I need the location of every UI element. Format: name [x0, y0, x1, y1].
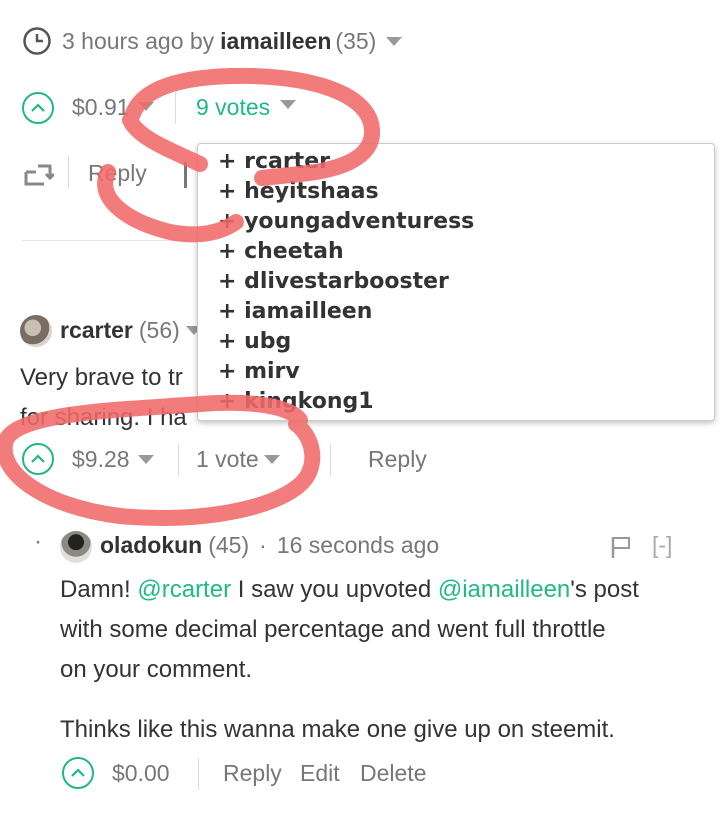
comment-time[interactable]: 16 seconds ago	[277, 532, 439, 559]
comment-author-link[interactable]: oladokun	[100, 532, 202, 559]
thread-divider	[22, 240, 222, 241]
collapse-toggle[interactable]: [-]	[652, 532, 672, 559]
voter-item[interactable]: + youngadventuress	[198, 207, 714, 237]
divider	[68, 156, 69, 188]
comment-votes-toggle[interactable]: 1 vote	[196, 446, 259, 473]
comment-reply-link[interactable]: Reply	[368, 446, 427, 473]
voter-item[interactable]: + cheetah	[198, 237, 714, 267]
comment-upvote-button[interactable]	[62, 757, 94, 789]
post-reply-link[interactable]: Reply	[88, 160, 147, 187]
author-menu-caret-icon[interactable]	[386, 36, 403, 46]
reblog-icon[interactable]	[22, 162, 56, 188]
comment-edit-link[interactable]: Edit	[300, 760, 340, 787]
comment-text-line: on your comment.	[60, 656, 253, 683]
comment-paragraph: Damn! @rcarter I saw you upvoted @iamail…	[60, 570, 720, 690]
bullet: ·	[34, 528, 42, 555]
mention-link[interactable]: @iamailleen	[438, 576, 570, 603]
flag-icon[interactable]	[610, 535, 632, 559]
comment-text-line: for sharing. I ha	[20, 404, 187, 431]
comment-paragraph: Thinks like this wanna make one give up …	[60, 716, 615, 743]
chevron-up-icon	[71, 768, 85, 777]
post-author-reputation: (35)	[335, 27, 377, 54]
voter-item[interactable]: + rcarter	[198, 147, 714, 177]
comment-author-reputation: (45)	[208, 532, 250, 558]
post-upvote-button[interactable]	[22, 92, 54, 124]
voter-item[interactable]: + heyitshaas	[198, 177, 714, 207]
comment-text-line: Very brave to tr	[20, 364, 183, 391]
comment-author-link[interactable]: rcarter	[60, 317, 133, 344]
votes-caret-icon[interactable]	[264, 455, 280, 464]
mention-link[interactable]: @rcarter	[137, 576, 231, 603]
comment-payout[interactable]: $0.00	[112, 760, 170, 787]
votes-caret-icon[interactable]	[280, 100, 296, 109]
comment-text: I saw you upvoted	[231, 576, 438, 603]
divider	[330, 444, 331, 476]
post-meta: 3 hours ago by iamailleen (35)	[22, 26, 403, 56]
comment-delete-link[interactable]: Delete	[360, 760, 426, 787]
comment-author-reputation: (56)	[138, 317, 180, 343]
post-time: 3 hours ago by	[62, 27, 215, 54]
voter-item[interactable]: + ubg	[198, 327, 714, 357]
payout-caret-icon[interactable]	[138, 455, 154, 464]
comment-text-line: Damn! @rcarter I saw you upvoted @iamail…	[60, 570, 720, 610]
chevron-up-icon	[31, 454, 45, 463]
avatar[interactable]	[60, 531, 92, 563]
voter-item[interactable]: + dlivestarbooster	[198, 267, 714, 297]
payout-caret-icon[interactable]	[138, 102, 154, 111]
divider	[178, 444, 179, 476]
divider	[198, 758, 199, 790]
voters-list: + rcarter + heyitshaas + youngadventuress +…	[198, 147, 714, 417]
comment-payout[interactable]: $9.28	[72, 446, 130, 473]
comment-reply-link[interactable]: Reply	[223, 760, 282, 787]
comment-text: 's post	[570, 576, 639, 603]
comment-upvote-button[interactable]	[22, 443, 54, 475]
chevron-up-icon	[31, 103, 45, 112]
comment-text-line: with some decimal percentage and went fu…	[60, 616, 606, 643]
flag-icon[interactable]	[184, 162, 198, 188]
comment-meta: oladokun (45) · 16 seconds ago	[100, 532, 439, 559]
post-author-link[interactable]: iamailleen	[220, 28, 331, 55]
voters-dropdown: + rcarter + heyitshaas + youngadventuress +…	[197, 143, 715, 421]
avatar[interactable]	[20, 315, 52, 347]
divider	[175, 92, 176, 124]
voter-item[interactable]: + kingkong1	[198, 387, 714, 417]
comment-text: Damn!	[60, 576, 138, 603]
clock-icon	[22, 26, 52, 56]
post-payout[interactable]: $0.91	[72, 94, 130, 121]
post-votes-toggle[interactable]: 9 votes	[196, 94, 270, 121]
voter-item[interactable]: + iamailleen	[198, 297, 714, 327]
separator-dot: ·	[259, 532, 267, 558]
comment-meta: rcarter (56)	[60, 317, 202, 344]
voter-item[interactable]: + mirv	[198, 357, 714, 387]
